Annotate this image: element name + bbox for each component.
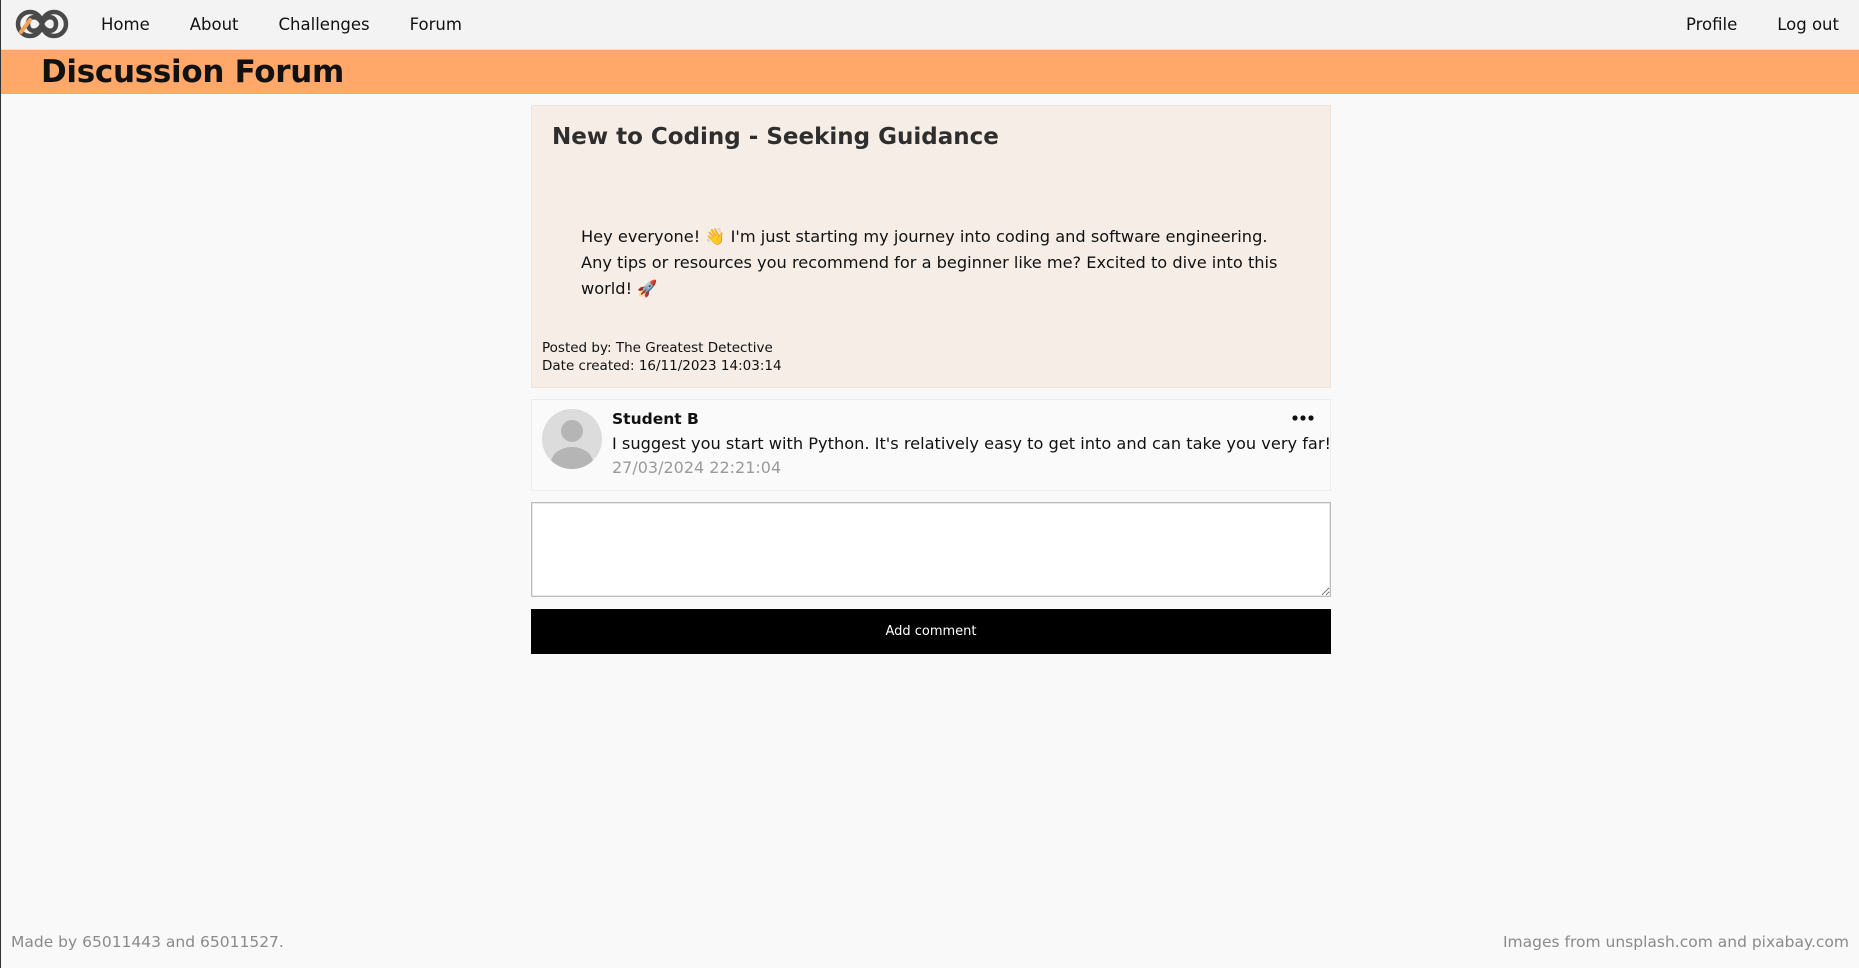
page-header-band: Discussion Forum: [1, 50, 1859, 94]
comment-item: Student B I suggest you start with Pytho…: [531, 399, 1331, 491]
post-author: Posted by: The Greatest Detective: [542, 340, 773, 356]
footer-image-credits: Images from unsplash.com and pixabay.com: [1502, 933, 1849, 951]
nav-link-challenges[interactable]: Challenges: [259, 0, 390, 50]
footer-credits: Made by 65011443 and 65011527.: [11, 933, 284, 951]
comment-date: 27/03/2024 22:21:04: [612, 458, 782, 477]
page-title: Discussion Forum: [41, 54, 345, 90]
more-options-icon[interactable]: [1290, 410, 1316, 426]
nav-right-links: Profile Log out: [1666, 0, 1859, 50]
infinity-logo-icon[interactable]: [13, 6, 71, 42]
post-body: Hey everyone! 👋 I'm just starting my jou…: [581, 227, 1278, 298]
comment-text: I suggest you start with Python. It's re…: [612, 434, 1331, 453]
add-comment-button[interactable]: Add comment: [531, 609, 1331, 654]
post-card: New to Coding - Seeking Guidance Hey eve…: [531, 105, 1331, 388]
nav-link-profile[interactable]: Profile: [1666, 0, 1757, 50]
forum-thread: New to Coding - Seeking Guidance Hey eve…: [531, 105, 1331, 654]
nav-link-logout[interactable]: Log out: [1757, 0, 1859, 50]
comment-author: Student B: [612, 410, 699, 428]
nav-link-forum[interactable]: Forum: [390, 0, 482, 50]
default-user-avatar-icon: [542, 409, 602, 469]
nav-left-links: Home About Challenges Forum: [81, 0, 482, 50]
post-date: Date created: 16/11/2023 14:03:14: [542, 357, 782, 374]
nav-link-home[interactable]: Home: [81, 0, 170, 50]
post-meta: Posted by: The Greatest Detective Date c…: [542, 340, 782, 375]
post-title: New to Coding - Seeking Guidance: [552, 124, 999, 150]
nav-link-about[interactable]: About: [170, 0, 259, 50]
top-navbar: Home About Challenges Forum Profile Log …: [1, 0, 1859, 50]
comment-input[interactable]: [531, 502, 1331, 597]
